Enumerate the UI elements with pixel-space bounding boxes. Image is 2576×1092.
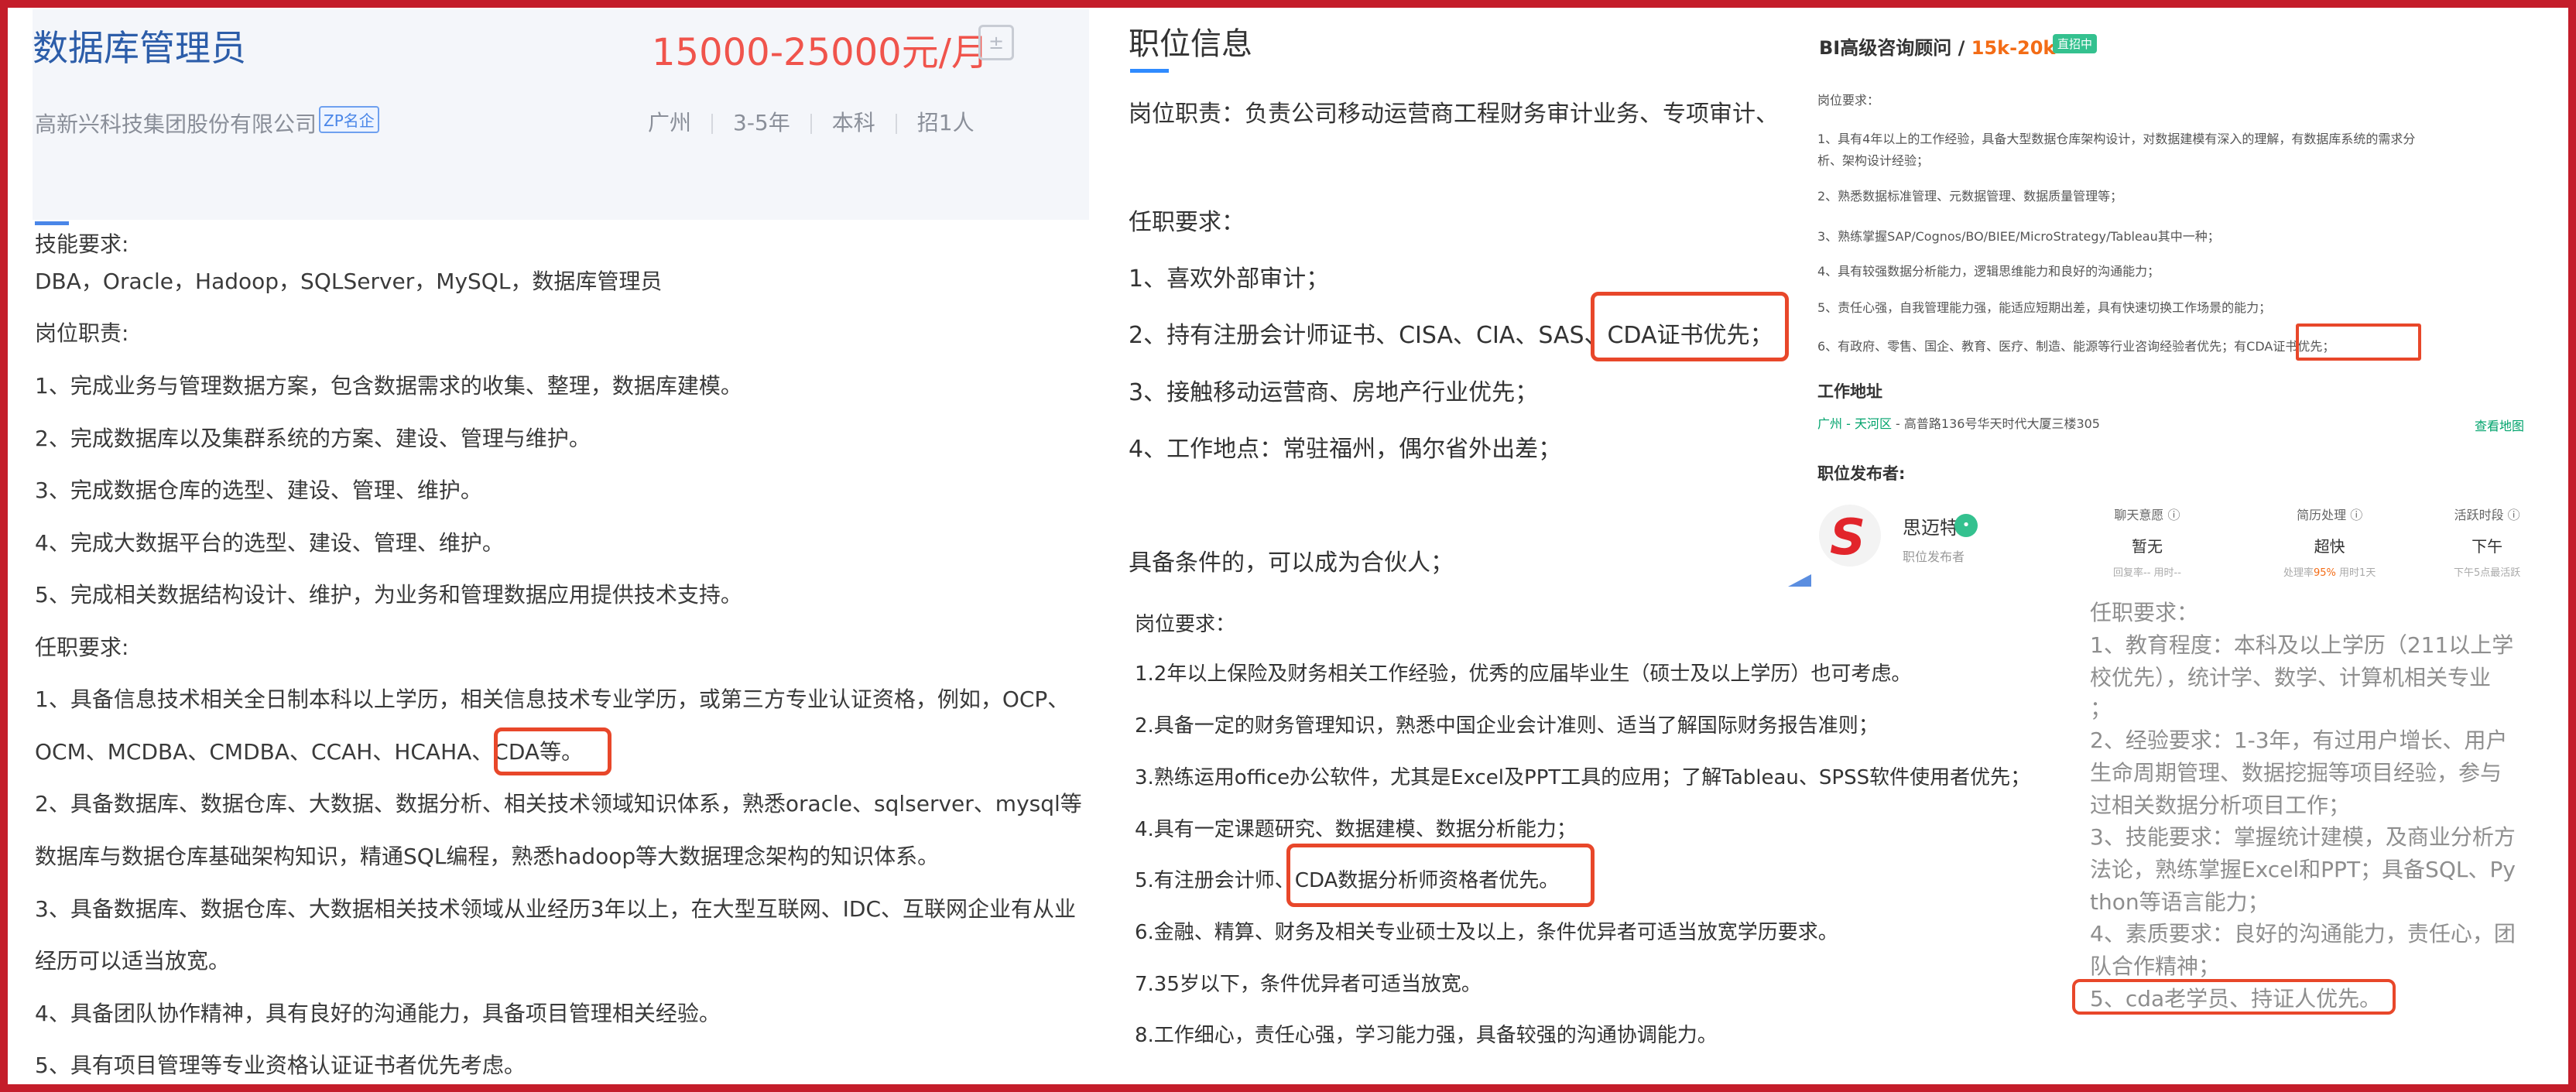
description-line: 校优先），统计学、数学、计算机相关专业 bbox=[2090, 665, 2492, 690]
description-line: 岗位职责: bbox=[35, 320, 129, 346]
stat-label: 活跃时段 ⓘ bbox=[2454, 508, 2520, 522]
address-detail: - 高普路136号华天时代大厦三楼305 bbox=[1891, 416, 2100, 431]
description-line: 1、具备信息技术相关全日制本科以上学历，相关信息技术专业学历，或第三方专业认证资… bbox=[35, 686, 1070, 712]
description-line: 过相关数据分析项目工作； bbox=[2090, 792, 2351, 818]
description-line: 2、熟悉数据标准管理、元数据管理、数据质量管理等； bbox=[1817, 189, 2123, 204]
description-line: 6、有政府、零售、国企、教育、医疗、制造、能源等行业咨询经验者优先；有CDA证书… bbox=[1817, 339, 2335, 354]
chat-icon[interactable]: • bbox=[1954, 514, 1978, 537]
description-line: 8.工作细心，责任心强，学习能力强，具备较强的沟通协调能力。 bbox=[1135, 1024, 1718, 1047]
description-line: 岗位要求： bbox=[1135, 613, 1236, 636]
job-title-text: BI高级咨询顾问 / bbox=[1819, 37, 1971, 59]
description-line: 5、完成相关数据结构设计、维护，为业务和管理数据应用提供技术支持。 bbox=[35, 582, 742, 608]
job-salary: 15000-25000元/月 bbox=[652, 31, 988, 74]
description-line: 1、完成业务与管理数据方案，包含数据需求的收集、整理，数据库建模。 bbox=[35, 373, 742, 399]
bi-consultant-posting: BI高级咨询顾问 / 15k-20k 直招中 岗位要求： 1、具有4年以上的工作… bbox=[1788, 9, 2568, 587]
stat-label: 简历处理 ⓘ bbox=[2297, 508, 2363, 522]
stat-value: 超快 bbox=[2314, 537, 2345, 556]
description-line: 4、具有较强数据分析能力，逻辑思维能力和良好的沟通能力； bbox=[1817, 264, 2160, 279]
description-line: 7.35岁以下，条件优异者可适当放宽。 bbox=[1135, 973, 1482, 996]
meta-headcount: 招1人 bbox=[916, 110, 975, 135]
company-logo: S bbox=[1819, 505, 1881, 567]
stat-note: 处理率95% 用时1天 bbox=[2283, 567, 2376, 579]
description-line: 岗位要求： bbox=[1817, 93, 1880, 108]
description-line: 技能要求: bbox=[35, 231, 129, 257]
description-line: 2、完成数据库以及集群系统的方案、建设、管理与维护。 bbox=[35, 426, 591, 451]
description-line: 4、素质要求：良好的沟通能力，责任心，团 bbox=[2090, 921, 2516, 947]
requirements-panel: 任职要求： 1、教育程度：本科及以上学历（211以上学 校优先），统计学、数学、… bbox=[2043, 596, 2568, 1091]
description-line: ； bbox=[2090, 696, 2112, 721]
description-line: 1、教育程度：本科及以上学历（211以上学 bbox=[2090, 632, 2514, 658]
meta-city: 广州 bbox=[648, 110, 692, 135]
publisher-heading: 职位发布者: bbox=[1817, 464, 1906, 483]
stat-resume-processing: 简历处理 ⓘ 超快 处理率95% 用时1天 bbox=[2283, 505, 2376, 579]
job-posting-dba: 数据库管理员 15000-25000元/月 ± 高新兴科技集团股份有限公司 ZP… bbox=[9, 9, 1089, 1085]
description-line: 3、熟练掌握SAP/Cognos/BO/BIEE/MicroStrategy/T… bbox=[1817, 229, 2220, 244]
job-salary: 15k-20k bbox=[1971, 37, 2056, 59]
meta-degree: 本科 bbox=[831, 110, 875, 135]
direct-hire-badge: 直招中 bbox=[2053, 34, 2098, 53]
view-map-link[interactable]: 查看地图 bbox=[2475, 416, 2524, 434]
description-line: 生命周期管理、数据挖掘等项目经验，参与 bbox=[2090, 760, 2502, 786]
stat-active-period: 活跃时段 ⓘ 下午 下午5点最活跃 bbox=[2454, 505, 2520, 579]
description-line: 1、喜欢外部审计； bbox=[1129, 265, 1330, 293]
description-line: 数据库与数据仓库基础架构知识，精通SQL编程，熟悉hadoop等大数据理念架构的… bbox=[35, 844, 940, 869]
work-address: 广州 - 天河区 - 高普路136号华天时代大厦三楼305 bbox=[1817, 413, 2100, 432]
job-meta: 广州 3-5年 本科 招1人 bbox=[648, 106, 975, 137]
description-line: 队合作精神； bbox=[2090, 953, 2221, 979]
description-line: thon等语言能力； bbox=[2090, 889, 2269, 915]
description-line: 岗位职责：负责公司移动运营商工程财务审计业务、专项审计、 bbox=[1129, 101, 1779, 128]
description-line: 任职要求： bbox=[1129, 209, 1245, 236]
logo-letter: S bbox=[1830, 509, 1866, 567]
description-line: 2、具备数据库、数据仓库、大数据、数据分析、相关技术领域知识体系，熟悉oracl… bbox=[35, 791, 1082, 816]
description-line: 3、完成数据仓库的选型、建设、管理、维护。 bbox=[35, 478, 482, 503]
cda-highlight-box bbox=[1286, 844, 1595, 907]
description-line: 3、具备数据库、数据仓库、大数据相关技术领域从业经历3年以上，在大型互联网、ID… bbox=[35, 896, 1077, 922]
cda-highlight-box bbox=[2296, 323, 2421, 361]
description-line: 4、完成大数据平台的选型、建设、管理、维护。 bbox=[35, 530, 504, 556]
address-heading: 工作地址 bbox=[1817, 382, 1882, 401]
corner-marker bbox=[1788, 574, 1811, 587]
description-line: 3.熟练运用office办公软件，尤其是Excel及PPT工具的应用；了解Tab… bbox=[1135, 766, 2031, 789]
calculator-icon[interactable]: ± bbox=[978, 25, 1014, 60]
publisher-name: 思迈特 bbox=[1903, 517, 1958, 539]
description-line: 经历可以适当放宽。 bbox=[35, 948, 231, 974]
company-name[interactable]: 高新兴科技集团股份有限公司 bbox=[35, 108, 317, 139]
description-line: 4.具有一定课题研究、数据建模、数据分析能力； bbox=[1135, 818, 1577, 841]
description-line: 1、具有4年以上的工作经验，具备大型数据仓库架构设计，对数据建模有深入的理解，有… bbox=[1817, 132, 2416, 146]
description-line: 3、技能要求：掌握统计建模，及商业分析方 bbox=[2090, 824, 2516, 850]
description-line: 3、接触移动运营商、房地产行业优先； bbox=[1129, 379, 1539, 406]
section-title: 职位信息 bbox=[1129, 26, 1252, 62]
description-line: 析、架构设计经验； bbox=[1817, 153, 1930, 168]
description-line: DBA，Oracle，Hadoop，SQLServer，MySQL，数据库管理员 bbox=[35, 269, 663, 294]
job-title: BI高级咨询顾问 / 15k-20k bbox=[1819, 33, 2055, 60]
description-line: 具备条件的，可以成为合伙人； bbox=[1129, 549, 1454, 577]
description-line: 4、具备团队协作精神，具有良好的沟通能力，具备项目管理相关经验。 bbox=[35, 1001, 721, 1026]
description-line: 法论，熟练掌握Excel和PPT；具备SQL、Py bbox=[2090, 857, 2516, 882]
meta-experience: 3-5年 bbox=[733, 110, 790, 135]
description-line: 5、具有项目管理等专业资格认证证书者优先考虑。 bbox=[35, 1053, 526, 1078]
tab-indicator bbox=[35, 221, 69, 225]
stat-label: 聊天意愿 ⓘ bbox=[2114, 508, 2180, 522]
description-line: 任职要求: bbox=[35, 635, 129, 660]
description-line: 2.具备一定的财务管理知识，熟悉中国企业会计准则、适当了解国际财务报告准则； bbox=[1135, 714, 1879, 738]
publisher-role: 职位发布者 bbox=[1903, 549, 1965, 564]
stat-note: 回复率-- 用时-- bbox=[2113, 567, 2181, 579]
address-district[interactable]: 广州 - 天河区 bbox=[1817, 416, 1892, 431]
description-line: 4、工作地点：常驻福州，偶尔省外出差； bbox=[1129, 436, 1562, 463]
cda-highlight-box bbox=[2072, 979, 2396, 1015]
stat-value: 暂无 bbox=[2131, 537, 2163, 556]
job-title: 数据库管理员 bbox=[33, 27, 246, 69]
description-line: 1.2年以上保险及财务相关工作经验，优秀的应届毕业生（硕士及以上学历）也可考虑。 bbox=[1135, 662, 1912, 686]
cda-highlight-box bbox=[1591, 292, 1789, 361]
description-line: 任职要求： bbox=[2090, 600, 2199, 625]
company-badge: ZP名企 bbox=[319, 106, 379, 133]
section-title-underline bbox=[1130, 69, 1169, 73]
stat-chat-willingness: 聊天意愿 ⓘ 暂无 回复率-- 用时-- bbox=[2113, 505, 2181, 579]
description-line: 5、责任心强，自我管理能力强，能适应短期出差，具有快速切换工作场景的能力； bbox=[1817, 300, 2272, 315]
stat-note: 下午5点最活跃 bbox=[2454, 567, 2521, 579]
description-line: 6.金融、精算、财务及相关专业硕士及以上，条件优异者可适当放宽学历要求。 bbox=[1135, 921, 1838, 944]
description-line: 2、经验要求：1-3年，有过用户增长、用户 bbox=[2090, 727, 2508, 753]
cda-highlight-box bbox=[494, 727, 611, 775]
stat-value: 下午 bbox=[2472, 537, 2503, 556]
